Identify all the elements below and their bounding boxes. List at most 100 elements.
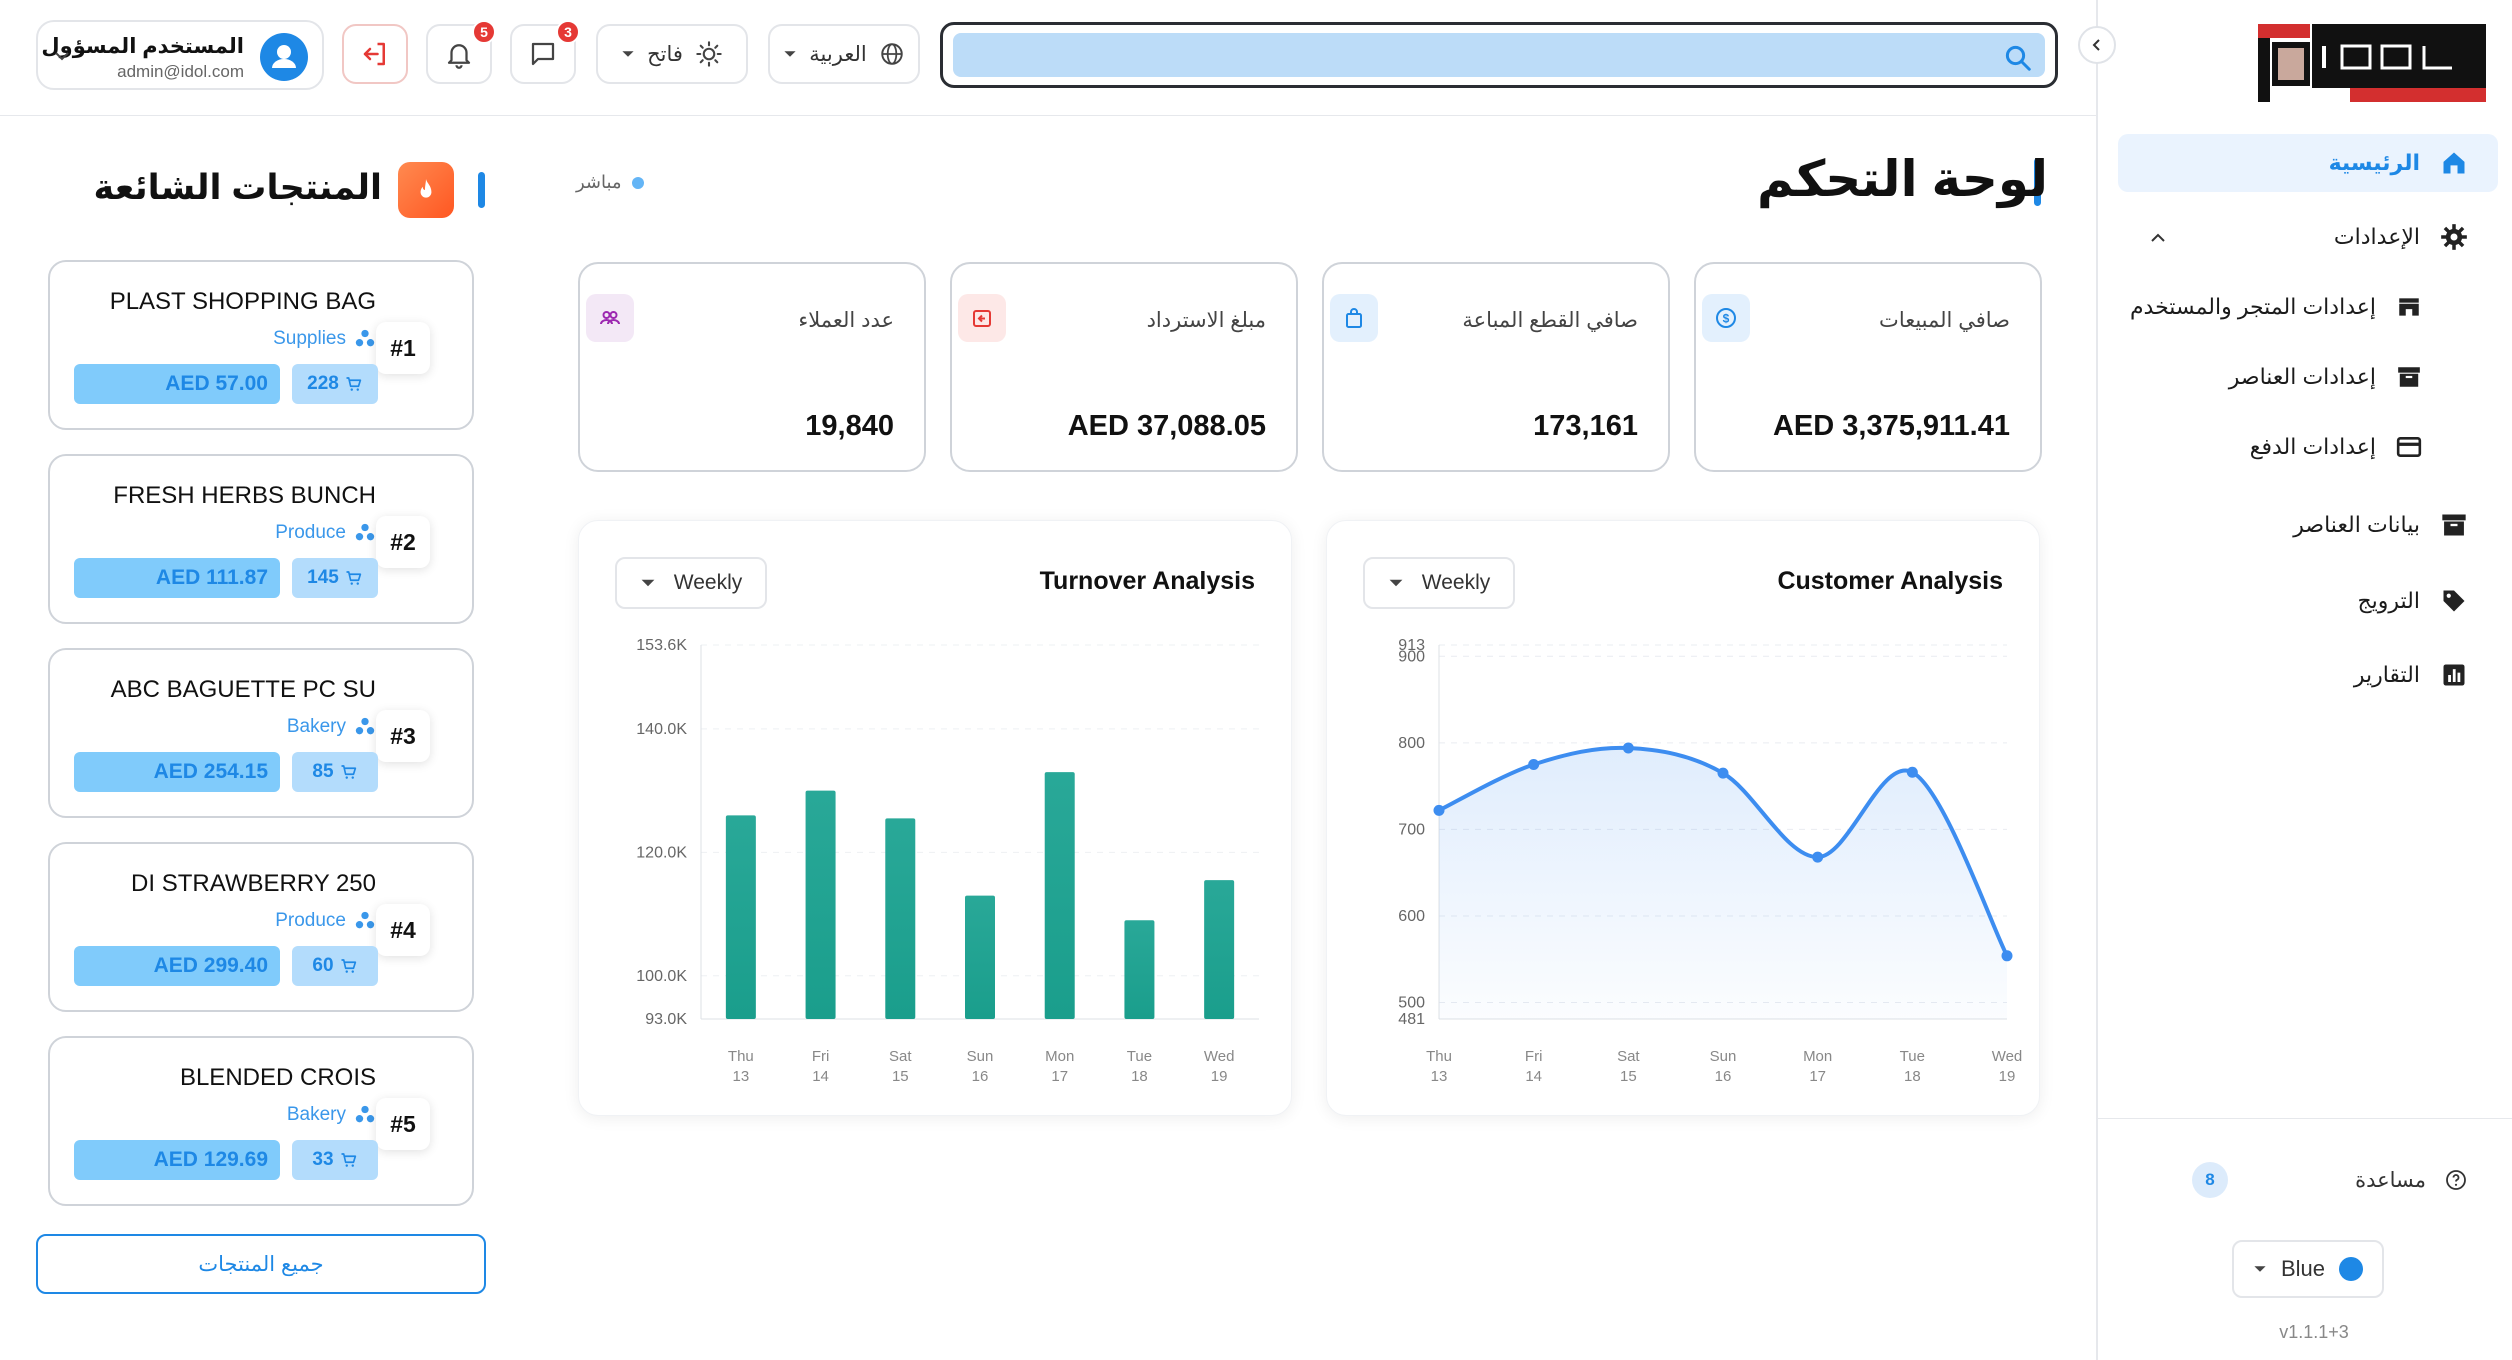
sidebar-item-store-user-settings[interactable]: إعدادات المتجر والمستخدم (2118, 278, 2498, 336)
quantity-value: 228 (307, 373, 339, 394)
sidebar-item-items-settings[interactable]: إعدادات العناصر (2118, 348, 2498, 406)
product-category: Produce (275, 910, 346, 931)
idol-logo (2258, 24, 2486, 102)
bar (1204, 880, 1235, 1019)
product-price: AED 57.00 (74, 364, 280, 404)
color-theme-select[interactable]: Blue (2232, 1240, 2384, 1298)
product-name: FRESH HERBS BUNCH (113, 482, 376, 509)
store-icon (2399, 298, 2419, 316)
popular-accent-bar (478, 172, 485, 208)
search-icon[interactable] (2003, 43, 2033, 73)
language-label: العربية (809, 42, 867, 66)
product-quantity: 60 (292, 946, 378, 986)
stat-label: صافي القطع المباعة (1462, 309, 1638, 332)
sidebar-item-home[interactable]: الرئيسية (2118, 134, 2498, 192)
x-tick-label: Wed (1992, 1048, 2023, 1065)
bar (1044, 772, 1075, 1019)
sidebar-item-reports[interactable]: التقارير (2118, 646, 2498, 704)
all-products-button[interactable]: جميع المنتجات (36, 1234, 486, 1294)
x-tick-label: Tue (1900, 1048, 1925, 1065)
stat-card-customer-count: عدد العملاء 19,840 (578, 262, 926, 472)
data-point (1622, 742, 1634, 754)
help-link[interactable]: مساعدة (2355, 1160, 2468, 1200)
popular-icon-badge (398, 162, 454, 218)
product-rank: #5 (376, 1098, 430, 1150)
product-category: Produce (275, 522, 346, 543)
product-name: BLENDED CROIS (179, 1064, 376, 1091)
app-version: v1.1.1+3 (2279, 1322, 2349, 1342)
product-quantity: 228 (292, 364, 378, 404)
x-tick-label: 14 (1525, 1068, 1542, 1085)
sidebar-item-settings[interactable]: الإعدادات (2118, 208, 2498, 266)
sidebar-item-label: الترويج (2357, 588, 2420, 613)
x-tick-label: Mon (1803, 1048, 1832, 1065)
live-label: مباشر (576, 172, 622, 192)
page-title: لوحة التحكم (1756, 151, 2048, 207)
product-name: ABC BAGUETTE PC SU (110, 676, 376, 703)
search-field[interactable] (953, 33, 2045, 77)
logout-icon (363, 42, 385, 66)
x-tick-label: 18 (1904, 1068, 1921, 1085)
messages-button[interactable]: 3 (510, 20, 580, 84)
x-tick-label: Mon (1045, 1048, 1074, 1065)
notifications-button[interactable]: 5 (426, 20, 496, 84)
svg-text:$: $ (1723, 312, 1730, 326)
stat-icon-badge (1330, 294, 1378, 342)
category-icon (355, 329, 375, 347)
globe-icon (880, 43, 903, 65)
popular-product-card[interactable]: BLENDED CROIS Bakery #5 AED 129.69 33 (48, 1036, 474, 1206)
cart-icon (341, 959, 356, 973)
y-tick-label: 93.0K (645, 1011, 687, 1028)
sidebar-item-payment-settings[interactable]: إعدادات الدفع (2118, 418, 2498, 476)
stat-label: مبلغ الاسترداد (1146, 309, 1266, 332)
search-bar[interactable] (940, 22, 2058, 88)
sidebar-item-items-data[interactable]: بيانات العناصر (2118, 496, 2498, 554)
x-tick-label: Sat (1617, 1048, 1640, 1065)
popular-product-card[interactable]: ABC BAGUETTE PC SU Bakery #3 AED 254.15 85 (48, 648, 474, 818)
product-rank: #1 (376, 322, 430, 374)
stat-value: AED 3,375,911.41 (1772, 410, 2010, 442)
y-tick-label: 481 (1398, 1011, 1425, 1028)
popular-product-card[interactable]: PLAST SHOPPING BAG Supplies #1 AED 57.00 228 (48, 260, 474, 430)
product-quantity: 33 (292, 1140, 378, 1180)
stat-card-refund-amount: مبلغ الاسترداد AED 37,088.05 (950, 262, 1298, 472)
search-input[interactable] (953, 33, 2045, 77)
stat-card-net-sales: $ صافي المبيعات AED 3,375,911.41 (1694, 262, 2042, 472)
user-email: admin@idol.com (117, 62, 244, 81)
category-icon (355, 911, 375, 929)
product-name: DI STRAWBERRY 250 (131, 870, 376, 897)
theme-label: فاتح (647, 42, 683, 66)
logout-button[interactable] (342, 24, 408, 84)
x-tick-label: Thu (728, 1048, 754, 1065)
stat-label: صافي المبيعات (1879, 309, 2010, 332)
bell-icon (447, 44, 471, 69)
messages-badge: 3 (556, 20, 580, 44)
sidebar-item-label: إعدادات الدفع (2249, 434, 2376, 459)
product-name: PLAST SHOPPING BAG (109, 288, 376, 315)
user-menu[interactable]: المستخدم المسؤول admin@idol.com (36, 20, 324, 90)
y-tick-label: 600 (1398, 908, 1425, 925)
popular-product-card[interactable]: FRESH HERBS BUNCH Produce #2 AED 111.87 145 (48, 454, 474, 624)
product-category: Bakery (286, 716, 346, 737)
customer-analysis-chart: 481500600700800900913Thu13Fri14Sat15Sun1… (1398, 637, 2023, 1085)
data-point (1433, 804, 1445, 816)
x-tick-label: Wed (1204, 1048, 1235, 1065)
stat-icon-badge: $ (1702, 294, 1750, 342)
archive-icon (2398, 367, 2420, 387)
sidebar-item-promotion[interactable]: الترويج (2118, 572, 2498, 630)
bar (805, 790, 836, 1019)
x-tick-label: Thu (1426, 1048, 1452, 1065)
product-rank: #3 (376, 710, 430, 762)
help-icon (2446, 1170, 2466, 1190)
x-tick-label: Fri (812, 1048, 830, 1065)
sidebar-item-label: التقارير (2353, 662, 2420, 687)
chevron-down-icon (55, 52, 69, 61)
quantity-value: 145 (307, 567, 339, 588)
product-rank: #4 (376, 904, 430, 956)
sidebar-collapse-button[interactable] (2078, 26, 2116, 64)
language-select[interactable]: العربية (768, 24, 920, 84)
popular-product-card[interactable]: DI STRAWBERRY 250 Produce #4 AED 299.40 60 (48, 842, 474, 1012)
stat-value: AED 37,088.05 (1067, 410, 1266, 442)
y-tick-label: 140.0K (636, 721, 687, 738)
theme-select[interactable]: فاتح (596, 24, 748, 84)
